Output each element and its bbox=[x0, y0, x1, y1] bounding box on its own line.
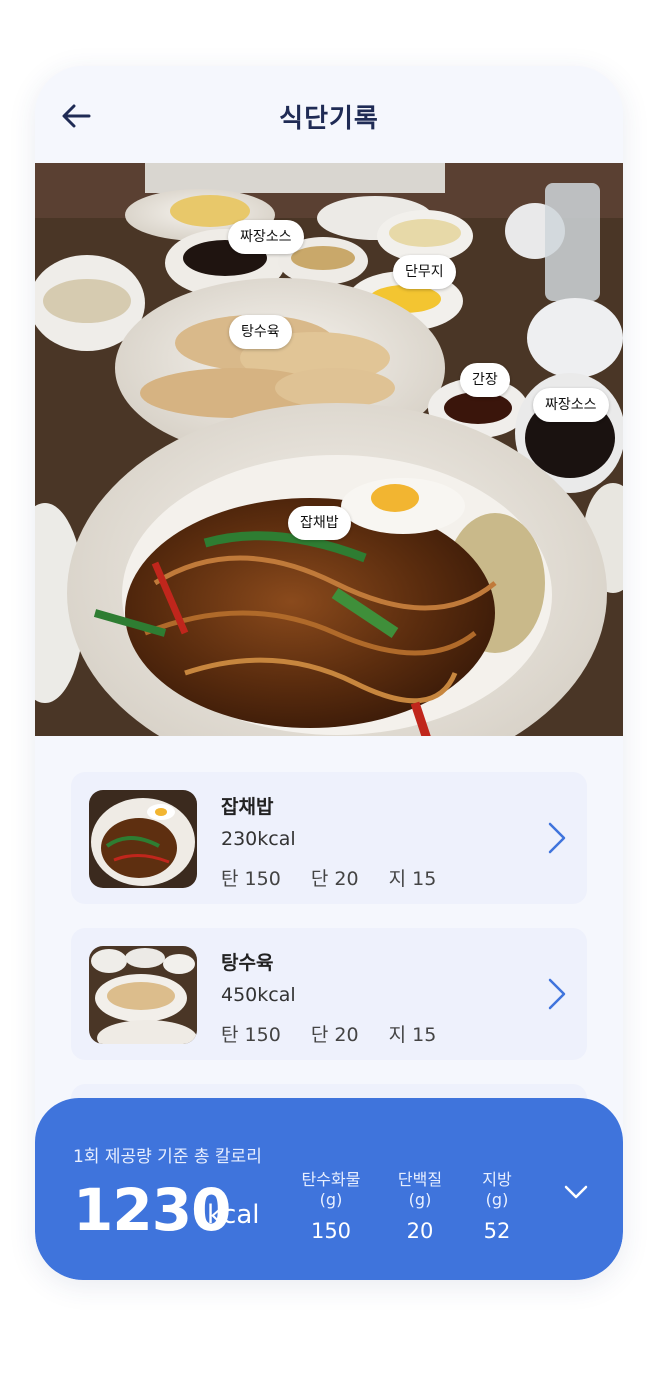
chevron-right-icon bbox=[548, 978, 566, 1010]
app-header: 식단기록 bbox=[35, 66, 623, 163]
macro-protein: 단백질(g) 20 bbox=[387, 1166, 453, 1243]
chevron-down-icon bbox=[564, 1185, 588, 1199]
macro-protein-value: 20 bbox=[406, 1219, 434, 1243]
photo-tag-japchae-bap[interactable]: 잡채밥 bbox=[288, 506, 351, 540]
chevron-right-icon bbox=[548, 822, 566, 854]
macro-carbs-label: 탄수화물(g) bbox=[301, 1170, 361, 1209]
food-fat: 지 15 bbox=[388, 868, 437, 890]
macro-fat-value: 52 bbox=[483, 1219, 511, 1243]
food-name: 탕수육 bbox=[221, 952, 274, 974]
food-name: 잡채밥 bbox=[221, 796, 274, 818]
photo-tag-jjajang-sauce-1[interactable]: 짜장소스 bbox=[228, 220, 304, 254]
food-macros: 탄 150 단 20 지 15 bbox=[221, 864, 460, 891]
food-card-japchae-bap[interactable]: 잡채밥 230kcal 탄 150 단 20 지 15 bbox=[71, 772, 587, 904]
macro-protein-label: 단백질(g) bbox=[397, 1170, 443, 1209]
food-card-tangsuyuk[interactable]: 탕수육 450kcal 탄 150 단 20 지 15 bbox=[71, 928, 587, 1060]
food-thumbnail bbox=[89, 946, 197, 1044]
summary-label: 1회 제공량 기준 총 칼로리 bbox=[73, 1147, 262, 1167]
food-protein: 단 20 bbox=[310, 1024, 359, 1046]
phone-screen: 식단기록 짜장소스 단무지 탕수육 간장 짜장소스 잡채밥 잡채밥 230kca… bbox=[35, 66, 623, 1280]
food-fat: 지 15 bbox=[388, 1024, 437, 1046]
macro-fat: 지방(g) 52 bbox=[471, 1166, 523, 1243]
macro-fat-label: 지방(g) bbox=[482, 1170, 512, 1209]
food-macros: 탄 150 단 20 지 15 bbox=[221, 1020, 460, 1047]
photo-tag-jjajang-sauce-2[interactable]: 짜장소스 bbox=[533, 388, 609, 422]
photo-tag-danmuji[interactable]: 단무지 bbox=[393, 255, 456, 289]
food-thumbnail bbox=[89, 790, 197, 888]
meal-photo-illustration bbox=[35, 163, 623, 736]
meal-photo: 짜장소스 단무지 탕수육 간장 짜장소스 잡채밥 bbox=[35, 163, 623, 736]
food-protein: 단 20 bbox=[310, 868, 359, 890]
food-kcal: 230kcal bbox=[221, 828, 296, 850]
photo-tag-soy-sauce[interactable]: 간장 bbox=[460, 363, 510, 397]
collapse-button[interactable] bbox=[563, 1182, 589, 1202]
page-title: 식단기록 bbox=[279, 104, 379, 134]
photo-tag-tangsuyuk[interactable]: 탕수육 bbox=[229, 315, 292, 349]
total-calories-unit: kcal bbox=[207, 1200, 260, 1230]
macro-carbs-value: 150 bbox=[310, 1219, 352, 1243]
calorie-summary-panel: 1회 제공량 기준 총 칼로리 1230 kcal 탄수화물(g) 150 단백… bbox=[35, 1098, 623, 1280]
food-kcal: 450kcal bbox=[221, 984, 296, 1006]
food-carb: 탄 150 bbox=[221, 1024, 281, 1046]
food-carb: 탄 150 bbox=[221, 868, 281, 890]
macro-carbs: 탄수화물(g) 150 bbox=[293, 1166, 369, 1243]
